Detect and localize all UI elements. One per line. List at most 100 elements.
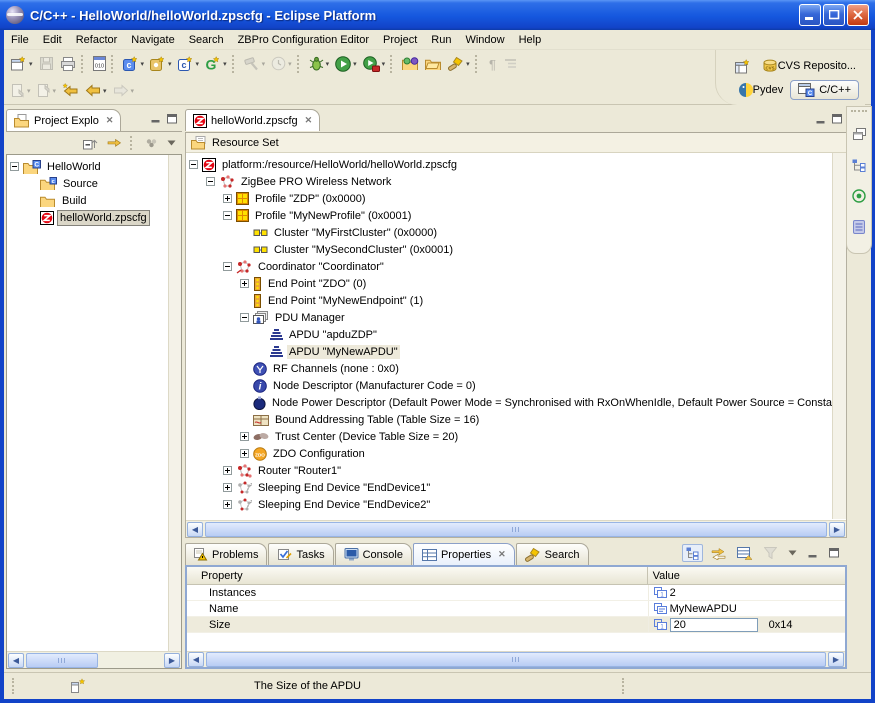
chevron-down-icon[interactable]: ▾ [141, 60, 145, 68]
chevron-down-icon[interactable]: ▾ [382, 60, 386, 68]
property-row[interactable]: Instances12 [187, 585, 845, 601]
debug-button[interactable]: ▾ [306, 53, 333, 75]
scrollbar-thumb[interactable] [205, 522, 827, 537]
expand-plus-icon[interactable] [223, 466, 232, 475]
property-row[interactable]: NameMyNewAPDU [187, 601, 845, 617]
new-connection-button[interactable]: G▾ [202, 53, 230, 75]
tree-item[interactable]: iNode Descriptor (Manufacturer Code = 0) [186, 377, 832, 394]
tree-item[interactable]: Coordinator "Coordinator" [186, 258, 832, 275]
target-button[interactable] [849, 185, 869, 207]
tree-item[interactable]: Bound Addressing Table (Table Size = 16) [186, 411, 832, 428]
tree-item[interactable]: CHelloWorld [7, 158, 168, 175]
run-button[interactable]: ▾ [332, 53, 360, 75]
scroll-left-icon[interactable]: ◀ [187, 522, 203, 537]
tree-item[interactable]: Profile "ZDP" (0x0000) [186, 190, 832, 207]
maximize-button[interactable] [826, 544, 843, 562]
drag-handle[interactable] [851, 110, 867, 114]
scroll-left-icon[interactable]: ◀ [188, 652, 204, 667]
collapse-minus-icon[interactable] [223, 211, 232, 220]
tree-item[interactable]: zzSleeping End Device "EndDevice2" [186, 496, 832, 513]
tab-tasks[interactable]: Tasks [268, 543, 333, 565]
explorer-vertical-scrollbar[interactable] [168, 155, 181, 651]
maximize-button[interactable] [823, 4, 845, 26]
close-button[interactable] [847, 4, 869, 26]
tree-item[interactable]: Cluster "MySecondCluster" (0x0001) [186, 241, 832, 258]
menu-navigate[interactable]: Navigate [124, 32, 181, 48]
chevron-down-icon[interactable]: ▾ [466, 60, 470, 68]
perspective-pydev-button[interactable]: Pydev [736, 79, 787, 101]
menu-refactor[interactable]: Refactor [69, 32, 125, 48]
tab-problems[interactable]: Problems [185, 543, 267, 565]
maximize-view-icon[interactable] [167, 114, 178, 124]
menu-window[interactable]: Window [458, 32, 511, 48]
view-chevron-button[interactable] [785, 544, 800, 562]
expand-plus-icon[interactable] [223, 194, 232, 203]
editor-vertical-scrollbar[interactable] [832, 153, 846, 519]
tree-item[interactable]: APDU "MyNewAPDU" [186, 343, 832, 360]
chevron-down-icon[interactable]: ▾ [288, 60, 292, 68]
tree-item[interactable]: helloWorld.zpscfg [7, 209, 168, 226]
collapse-minus-icon[interactable] [240, 313, 249, 322]
print-button[interactable] [57, 53, 79, 75]
minimize-view-icon[interactable] [151, 114, 161, 123]
restore-view-button[interactable] [850, 123, 869, 145]
maximize-view-icon[interactable] [832, 114, 843, 124]
chevron-down-icon[interactable]: ▾ [262, 60, 266, 68]
tab-properties[interactable]: Properties✕ [413, 543, 515, 565]
scroll-left-icon[interactable]: ◀ [8, 653, 24, 668]
perspective-cvs-button[interactable]: CVS CVS Reposito... [759, 55, 859, 77]
menu-run[interactable]: Run [424, 32, 458, 48]
chevron-down-icon[interactable]: ▾ [223, 60, 227, 68]
notes-button[interactable] [850, 216, 868, 238]
expand-plus-icon[interactable] [223, 483, 232, 492]
collapse-minus-icon[interactable] [223, 262, 232, 271]
editor-horizontal-scrollbar[interactable]: ◀ ▶ [186, 520, 846, 537]
tab-console[interactable]: Console [335, 543, 412, 565]
sync-button[interactable] [708, 544, 729, 562]
open-resource-button[interactable] [422, 53, 445, 75]
minimize-button[interactable] [799, 4, 821, 26]
open-perspective-button[interactable] [732, 55, 755, 77]
chevron-down-icon[interactable]: ▾ [353, 60, 357, 68]
tree-item[interactable]: Cluster "MyFirstCluster" (0x0000) [186, 224, 832, 241]
menu-zbpro-configuration-editor[interactable]: ZBPro Configuration Editor [231, 32, 376, 48]
resource-set-header[interactable]: Resource Set [186, 133, 846, 153]
back-button[interactable]: ▾ [82, 80, 110, 102]
last-edit-location-button[interactable] [59, 80, 82, 102]
scroll-right-icon[interactable]: ▶ [164, 653, 180, 668]
project-explorer-tab[interactable]: Project Explo ✕ [6, 109, 121, 131]
fast-view-shortcut-icon[interactable] [70, 678, 86, 694]
chevron-down-icon[interactable]: ▾ [53, 87, 57, 95]
collapse-all-button[interactable] [80, 134, 101, 152]
chevron-down-icon[interactable]: ▾ [131, 87, 135, 95]
scroll-right-icon[interactable]: ▶ [829, 522, 845, 537]
property-value-cell[interactable]: MyNewAPDU [648, 601, 845, 616]
tree-item[interactable]: End Point "MyNewEndpoint" (1) [186, 292, 832, 309]
close-icon[interactable]: ✕ [498, 549, 506, 560]
tree-item[interactable]: ZigBee PRO Wireless Network [186, 173, 832, 190]
expand-plus-icon[interactable] [240, 279, 249, 288]
tree-item[interactable]: End Point "ZDO" (0) [186, 275, 832, 292]
link-editor-button[interactable] [104, 134, 125, 152]
menu-help[interactable]: Help [512, 32, 549, 48]
menu-file[interactable]: File [4, 32, 36, 48]
scrollbar-thumb[interactable] [26, 653, 98, 668]
chevron-down-icon[interactable]: ▾ [168, 60, 172, 68]
menu-edit[interactable]: Edit [36, 32, 69, 48]
tree-item[interactable]: PDU Manager [186, 309, 832, 326]
tree-item[interactable]: RF Channels (none : 0x0) [186, 360, 832, 377]
chevron-down-icon[interactable]: ▾ [103, 87, 107, 95]
value-column-header[interactable]: Value [648, 570, 845, 582]
menu-search[interactable]: Search [182, 32, 231, 48]
scrollbar-thumb[interactable] [206, 652, 826, 667]
explorer-horizontal-scrollbar[interactable]: ◀ ▶ [7, 651, 181, 668]
perspective-cpp-button[interactable]: C C/C++ [790, 80, 859, 100]
property-value-cell[interactable]: 12 [648, 585, 845, 600]
property-value-cell[interactable]: 1200x14 [648, 617, 845, 632]
tree-item[interactable]: platform:/resource/HelloWorld/helloWorld… [186, 156, 832, 173]
tree-item[interactable]: Trust Center (Device Table Size = 20) [186, 428, 832, 445]
scroll-right-icon[interactable]: ▶ [828, 652, 844, 667]
title-bar[interactable]: C/C++ - HelloWorld/helloWorld.zpscfg - E… [0, 0, 875, 30]
tree-mode-button[interactable] [682, 544, 703, 562]
new-class-button[interactable]: ▾ [147, 53, 175, 75]
